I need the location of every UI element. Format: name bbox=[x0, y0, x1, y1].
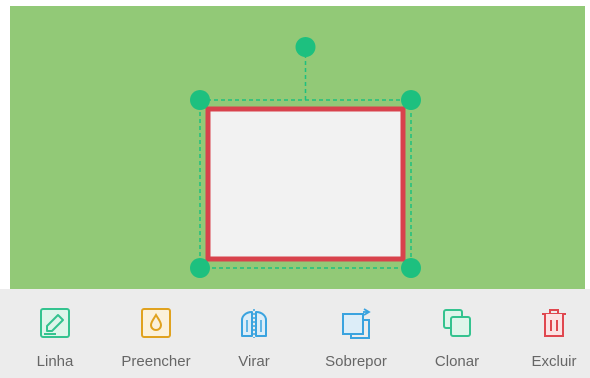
clone-button[interactable]: Clonar bbox=[428, 289, 486, 378]
fill-button[interactable]: Preencher bbox=[112, 289, 200, 378]
flip-button[interactable]: Virar bbox=[226, 289, 282, 378]
clone-label: Clonar bbox=[434, 353, 480, 370]
trash-icon bbox=[534, 303, 574, 343]
overlay-button[interactable]: Sobrepor bbox=[314, 289, 398, 378]
layer-order-icon bbox=[336, 303, 376, 343]
flip-label: Virar bbox=[238, 353, 270, 370]
overlay-label: Sobrepor bbox=[325, 353, 387, 370]
resize-handle-bottom-left[interactable] bbox=[190, 258, 210, 278]
line-button[interactable]: Linha bbox=[28, 289, 82, 378]
delete-button[interactable]: Excluir bbox=[524, 289, 584, 378]
pencil-square-icon bbox=[35, 303, 75, 343]
selection-stage bbox=[190, 37, 421, 278]
editor-screen: Linha Preencher Virar Sobrepor Clonar Ex… bbox=[0, 0, 590, 378]
line-label: Linha bbox=[36, 353, 74, 370]
resize-handle-top-left[interactable] bbox=[190, 90, 210, 110]
clone-icon bbox=[437, 303, 477, 343]
delete-label: Excluir bbox=[531, 353, 577, 370]
edit-toolbar: Linha Preencher Virar Sobrepor Clonar Ex… bbox=[0, 289, 590, 378]
resize-handle-top-right[interactable] bbox=[401, 90, 421, 110]
droplet-icon bbox=[136, 303, 176, 343]
flip-icon bbox=[234, 303, 274, 343]
resize-handle-bottom-right[interactable] bbox=[401, 258, 421, 278]
rectangle-shape[interactable] bbox=[205, 106, 406, 262]
rotate-handle[interactable] bbox=[295, 37, 316, 57]
fill-label: Preencher bbox=[121, 353, 191, 370]
